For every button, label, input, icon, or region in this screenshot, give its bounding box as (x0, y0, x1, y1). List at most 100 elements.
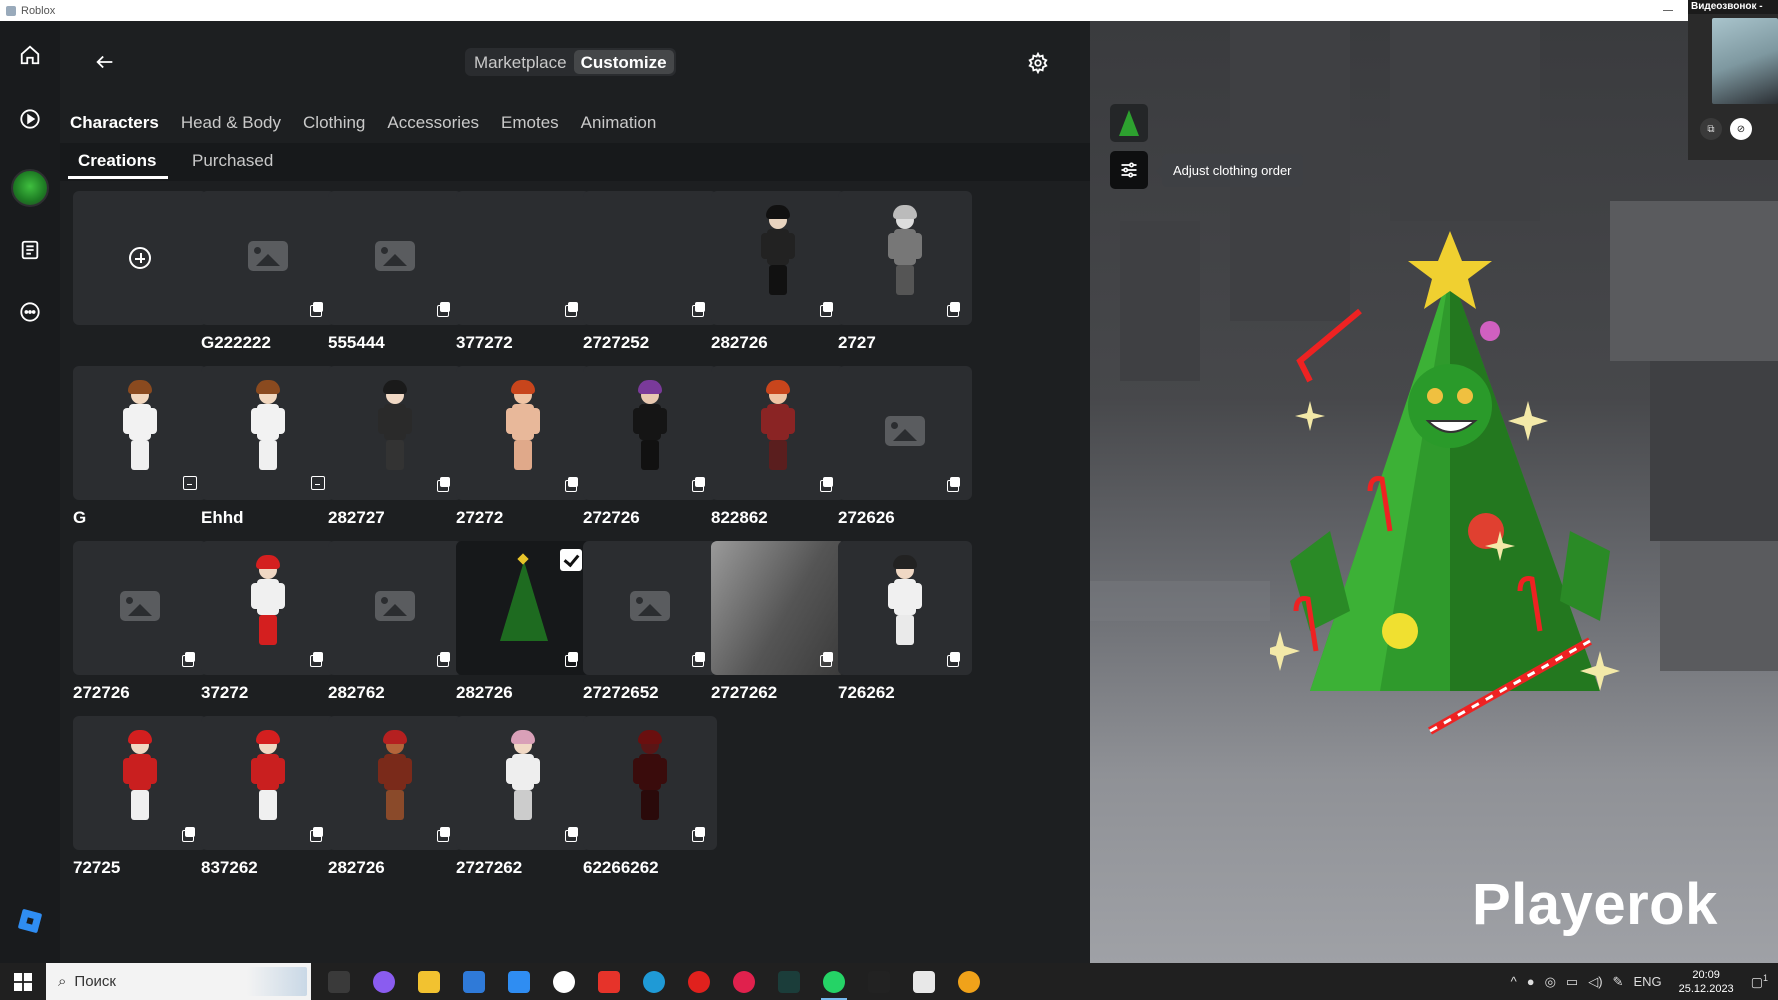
adjust-clothing-order-icon[interactable] (1110, 151, 1148, 189)
customize-panel: Marketplace Customize Characters Head & … (60, 21, 1090, 963)
duplicate-icon (310, 302, 324, 317)
character-name: 72725 (73, 858, 121, 877)
taskbar-edge-icon[interactable] (637, 963, 671, 1000)
create-character-button[interactable] (73, 191, 207, 325)
character-tile[interactable] (583, 541, 717, 675)
character-tile[interactable] (73, 366, 207, 500)
tab-customize[interactable]: Customize (573, 50, 674, 74)
character-tile[interactable] (838, 541, 972, 675)
character-name: 2727 (838, 333, 876, 352)
character-thumbnail (632, 730, 668, 830)
notes-icon[interactable] (15, 235, 45, 265)
volume-icon[interactable]: ◁) (1588, 974, 1602, 990)
chevron-up-icon[interactable]: ^ (1511, 974, 1517, 989)
taskbar-file-explorer-icon[interactable] (412, 963, 446, 1000)
avatar-icon[interactable] (11, 169, 49, 207)
duplicate-icon (565, 302, 579, 317)
camera-off-icon[interactable]: ⊘ (1730, 118, 1752, 140)
character-tile[interactable] (583, 191, 717, 325)
character-tile[interactable] (838, 191, 972, 325)
back-arrow-icon[interactable] (90, 47, 120, 77)
pen-icon[interactable]: ✎ (1613, 974, 1624, 990)
current-outfit-thumbnail[interactable] (1110, 104, 1148, 142)
subtab-creations[interactable]: Creations (78, 151, 156, 171)
character-name: 282726 (711, 333, 768, 352)
microphone-icon[interactable]: ● (1527, 974, 1535, 989)
character-tile[interactable] (328, 541, 462, 675)
category-characters[interactable]: Characters (70, 113, 159, 133)
character-thumbnail (632, 380, 668, 480)
roblox-app-icon (6, 5, 16, 16)
taskbar-store-icon[interactable] (457, 963, 491, 1000)
character-tile[interactable] (456, 541, 590, 675)
video-call-widget[interactable]: Видеозвонок - ⧉ ⊘ (1688, 0, 1778, 160)
category-animation[interactable]: Animation (581, 113, 657, 133)
taskbar-app-dark-icon[interactable] (862, 963, 896, 1000)
category-emotes[interactable]: Emotes (501, 113, 559, 133)
character-tile[interactable] (328, 191, 462, 325)
character-tile[interactable] (583, 366, 717, 500)
category-accessories[interactable]: Accessories (387, 113, 479, 133)
taskbar-roblox-icon[interactable] (907, 963, 941, 1000)
image-placeholder-icon (375, 241, 415, 271)
share-screen-icon[interactable]: ⧉ (1700, 118, 1722, 140)
character-name: 272726 (73, 683, 130, 702)
cortana-glyph (373, 970, 395, 993)
taskbar-terminal-icon[interactable] (772, 963, 806, 1000)
taskbar-task-view-icon[interactable] (322, 963, 356, 1000)
character-name: 272626 (838, 508, 895, 527)
character-tile[interactable] (73, 541, 207, 675)
character-thumbnail (250, 380, 286, 480)
character-tile[interactable] (456, 716, 590, 850)
scene-block (1610, 201, 1778, 361)
active-subtab-indicator (68, 176, 168, 179)
edge-glyph (643, 970, 665, 993)
duplicate-icon (692, 652, 706, 667)
character-tile[interactable] (201, 191, 335, 325)
image-placeholder-icon (375, 591, 415, 621)
character-tile[interactable] (711, 366, 845, 500)
more-icon[interactable] (15, 297, 45, 327)
language-indicator[interactable]: ENG (1633, 974, 1661, 989)
gear-icon[interactable] (1023, 48, 1053, 78)
taskbar-whatsapp-icon[interactable] (817, 963, 851, 1000)
notification-icon[interactable]: ▢1 (1751, 973, 1768, 990)
character-tile[interactable] (711, 541, 845, 675)
taskbar-pinned-app-icon[interactable] (952, 963, 986, 1000)
character-tile[interactable] (201, 716, 335, 850)
character-tile[interactable] (456, 366, 590, 500)
character-tile[interactable] (73, 716, 207, 850)
tab-marketplace[interactable]: Marketplace (467, 50, 574, 74)
window-title: Roblox (21, 4, 56, 17)
character-tile[interactable] (838, 366, 972, 500)
category-clothing[interactable]: Clothing (303, 113, 365, 133)
clock[interactable]: 20:09 25.12.2023 (1679, 968, 1734, 996)
character-tile[interactable] (456, 191, 590, 325)
character-tile[interactable] (201, 541, 335, 675)
minimize-button[interactable] (1663, 10, 1673, 11)
webcam-icon[interactable]: ◎ (1545, 974, 1556, 990)
checkmark-icon[interactable] (560, 549, 582, 571)
video-feed (1712, 18, 1778, 104)
network-icon[interactable]: ▭ (1566, 974, 1578, 990)
taskbar-yandex-browser-icon[interactable] (547, 963, 581, 1000)
taskbar-opera-gx-icon[interactable] (727, 963, 761, 1000)
character-tile[interactable] (328, 366, 462, 500)
category-head-body[interactable]: Head & Body (181, 113, 281, 133)
character-tile[interactable] (328, 716, 462, 850)
subtabs: Creations Purchased (60, 143, 1090, 181)
play-icon[interactable] (15, 104, 45, 134)
taskbar-cortana-icon[interactable] (367, 963, 401, 1000)
taskbar-mail-icon[interactable] (502, 963, 536, 1000)
home-icon[interactable] (15, 40, 45, 70)
taskbar-search-input[interactable]: ⌕ Поиск (46, 963, 311, 1000)
roblox-logo-icon[interactable] (17, 908, 43, 934)
subtab-purchased[interactable]: Purchased (192, 151, 273, 171)
taskbar-yandex-icon[interactable] (592, 963, 626, 1000)
character-tile[interactable] (201, 366, 335, 500)
windows-start-icon[interactable] (0, 963, 46, 1000)
taskbar-opera-icon[interactable] (682, 963, 716, 1000)
avatar-preview[interactable]: Adjust clothing order Playerok (1090, 21, 1778, 963)
character-tile[interactable] (711, 191, 845, 325)
character-tile[interactable] (583, 716, 717, 850)
